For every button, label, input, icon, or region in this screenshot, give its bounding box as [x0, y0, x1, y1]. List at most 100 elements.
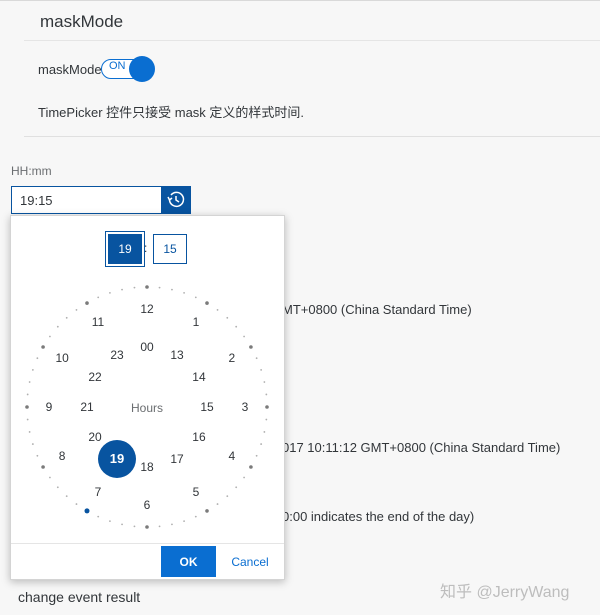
clock-tick	[97, 515, 100, 518]
clock-tick	[243, 335, 245, 338]
clock-tick	[109, 291, 111, 294]
clock-tick	[249, 465, 253, 469]
inner-hour-21[interactable]: 21	[80, 400, 94, 414]
inner-hour-19[interactable]: 19	[110, 451, 124, 466]
outer-hour-1[interactable]: 1	[193, 315, 200, 329]
clock-tick	[183, 291, 185, 294]
clock-tick	[65, 495, 68, 498]
popover-footer-divider	[11, 543, 284, 544]
outer-hour-3[interactable]: 3	[242, 400, 249, 414]
time-separator: :	[144, 241, 148, 255]
clock-tick	[75, 309, 78, 311]
panel-divider	[24, 40, 600, 41]
inner-hour-15[interactable]: 15	[200, 400, 214, 414]
clock-tick	[171, 288, 173, 291]
outer-hour-9[interactable]: 9	[46, 400, 53, 414]
clock-tick	[158, 286, 161, 289]
clock-tick	[263, 431, 266, 433]
clock-tick	[265, 393, 268, 396]
time-input-value[interactable]: 19:15	[20, 193, 53, 208]
clock-tick	[97, 296, 100, 299]
clock-tick	[56, 325, 59, 328]
outer-hour-6[interactable]: 6	[144, 498, 151, 512]
inner-hour-13[interactable]: 13	[170, 348, 184, 362]
clock-tick	[235, 325, 238, 328]
clock-tick	[260, 369, 263, 371]
clock-tick	[121, 288, 123, 291]
clock-tick	[41, 345, 45, 349]
clock-tick	[145, 285, 149, 289]
inner-hour-17[interactable]: 17	[170, 452, 184, 466]
clock-tick	[158, 525, 161, 528]
clock-tick	[28, 431, 31, 433]
time-input[interactable]: 19:15	[11, 186, 161, 214]
inner-hour-16[interactable]: 16	[192, 430, 206, 444]
watermark: 知乎 @JerryWang	[440, 584, 570, 601]
background-text-2: 017 10:11:12 GMT+0800 (China Standard Ti…	[282, 440, 561, 455]
clock-tick	[171, 523, 173, 526]
outer-hour-12[interactable]: 12	[140, 302, 154, 316]
inner-hour-18[interactable]: 18	[140, 460, 154, 474]
maskmode-switch[interactable]: ON	[101, 56, 155, 82]
panel-title: maskMode	[40, 12, 124, 31]
hour-clock-face[interactable]: 121234567891011001314151617181920212223 …	[19, 279, 275, 535]
outer-hour-7[interactable]: 7	[95, 485, 102, 499]
clock-tick	[205, 301, 209, 305]
inner-hour-00[interactable]: 00	[140, 340, 154, 354]
background-text-1: MT+0800 (China Standard Time)	[282, 302, 472, 317]
inner-hour-20[interactable]: 20	[88, 430, 102, 444]
clock-tick	[249, 345, 253, 349]
switch-knob[interactable]	[129, 56, 155, 82]
clock-center-label: Hours	[131, 401, 163, 415]
time-picker-popover: 19 : 15 12 1 2 3 4 5 6 7 8 9 10 11 00 13 14 15 16 17 18 19 2…	[10, 215, 285, 580]
clock-tick	[226, 495, 229, 498]
clock-tick	[216, 503, 219, 505]
clock-tick	[75, 503, 78, 505]
clock-tick	[216, 309, 219, 311]
clock-tick	[260, 443, 263, 445]
clock-tick	[36, 454, 39, 457]
inner-hour-23[interactable]: 23	[110, 348, 124, 362]
cancel-button[interactable]: Cancel	[225, 546, 275, 577]
clock-tick	[194, 515, 197, 518]
clock-tick	[205, 509, 209, 513]
clock-tick	[255, 454, 258, 457]
clock-tick	[255, 357, 258, 360]
clock-tick	[31, 443, 34, 445]
change-event-label: change event result	[18, 589, 141, 605]
inner-hour-22[interactable]: 22	[88, 370, 102, 384]
background-text-3: 0:00 indicates the end of the day)	[282, 509, 475, 524]
clock-tick	[183, 520, 185, 523]
outer-hour-11[interactable]: 11	[92, 315, 105, 329]
clock-tick	[49, 476, 51, 479]
ok-button[interactable]: OK	[161, 546, 216, 577]
clock-tick	[263, 381, 266, 383]
clock-tick	[28, 381, 31, 383]
inner-hour-14[interactable]: 14	[192, 370, 206, 384]
clock-tick	[26, 393, 29, 396]
clock-tick	[31, 369, 34, 371]
outer-hour-5[interactable]: 5	[193, 485, 200, 499]
clock-tick	[26, 418, 29, 421]
open-picker-button[interactable]	[161, 186, 191, 214]
clock-tick	[36, 357, 39, 360]
clock-tick	[145, 525, 149, 529]
clock-tick	[121, 523, 123, 526]
switch-state-text: ON	[109, 60, 126, 72]
clock-tick	[243, 476, 245, 479]
clock-tick	[235, 486, 238, 489]
clock-tick	[109, 520, 111, 523]
time-history-icon	[167, 191, 185, 208]
outer-hour-8[interactable]: 8	[59, 449, 66, 463]
format-label: HH:mm	[11, 164, 52, 178]
clock-tick	[133, 286, 136, 289]
outer-hour-4[interactable]: 4	[229, 449, 236, 463]
panel-description: TimePicker 控件只接受 mask 定义的样式时间.	[38, 105, 305, 120]
minutes-selector[interactable]: 15	[153, 234, 187, 264]
hours-selector[interactable]: 19	[108, 234, 142, 264]
selected-tick-marker	[84, 508, 90, 514]
switch-label: maskMode:	[38, 62, 106, 77]
outer-hour-2[interactable]: 2	[229, 351, 236, 365]
outer-hour-10[interactable]: 10	[55, 351, 69, 365]
masked-panel: maskMode maskMode: ON TimePicker 控件只接受 m…	[0, 0, 600, 156]
